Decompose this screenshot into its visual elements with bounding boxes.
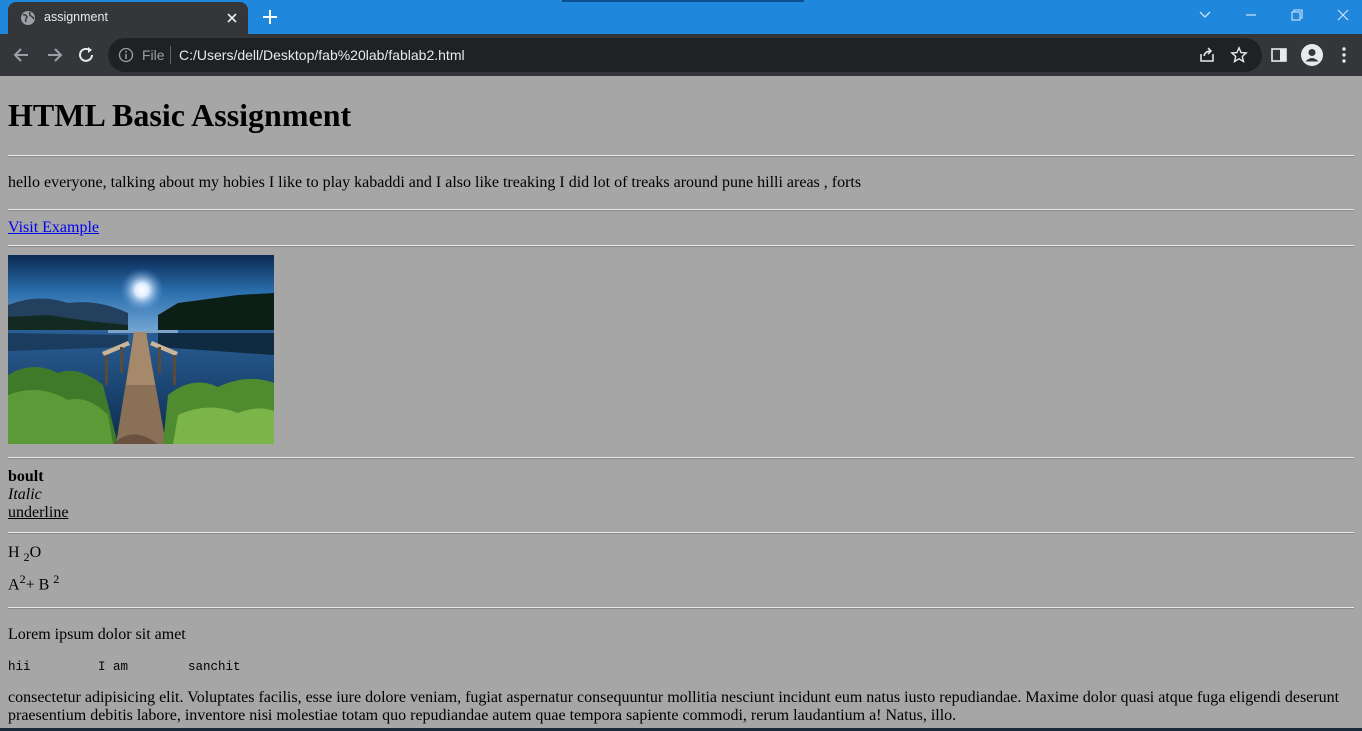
profile-icon[interactable] [1301, 44, 1323, 66]
power-expression: A2+ B 2 [8, 568, 1354, 596]
preformatted-text: hii I am sanchit [8, 659, 241, 674]
close-icon[interactable] [224, 10, 240, 26]
divider [8, 155, 1354, 157]
tab-title: assignment [44, 10, 108, 24]
divider [8, 532, 1354, 534]
link-container: Visit Example [8, 219, 1354, 237]
term-plus-b: + B [25, 576, 50, 594]
lorem-paragraph: Lorem ipsum dolor sit amet [8, 625, 186, 643]
share-icon[interactable] [1198, 46, 1216, 64]
menu-icon[interactable] [1336, 46, 1352, 64]
sub-sup-examples: H 2O A2+ B 2 [8, 542, 1354, 597]
italic-text: Italic [8, 486, 42, 503]
reload-icon[interactable] [76, 45, 96, 65]
tab-search-icon[interactable] [1198, 8, 1212, 22]
back-icon[interactable] [12, 45, 32, 65]
file-scheme-label: File [142, 47, 165, 63]
address-separator [170, 46, 171, 64]
star-icon[interactable] [1230, 46, 1248, 64]
formula-o: O [29, 544, 42, 561]
new-tab-icon[interactable] [261, 8, 279, 26]
formatting-examples: boult Italic underline [8, 468, 1354, 522]
url-text[interactable]: C:/Users/dell/Desktop/fab%20lab/fablab2.… [179, 47, 465, 63]
window-close-icon[interactable] [1336, 8, 1350, 22]
lake-pier-photo [8, 255, 274, 444]
side-panel-icon[interactable] [1270, 46, 1288, 64]
globe-icon [21, 11, 35, 25]
forward-icon[interactable] [44, 45, 64, 65]
water-formula: H 2O [8, 542, 1354, 568]
restore-icon[interactable] [1290, 8, 1304, 22]
superscript-b: 2 [53, 572, 60, 587]
address-bar[interactable]: File C:/Users/dell/Desktop/fab%20lab/fab… [108, 38, 1262, 72]
formula-h: H [8, 544, 20, 561]
page-heading: HTML Basic Assignment [8, 97, 352, 133]
page-content: HTML Basic Assignment hello everyone, ta… [0, 76, 1362, 731]
divider [8, 209, 1354, 211]
title-bar: assignment [0, 0, 1362, 34]
focus-strip [562, 0, 804, 2]
minimize-icon[interactable] [1244, 8, 1258, 22]
browser-tab[interactable]: assignment [8, 2, 248, 34]
visit-example-link[interactable]: Visit Example [8, 219, 99, 236]
underline-text: underline [8, 504, 69, 521]
divider [8, 606, 1354, 609]
info-icon[interactable] [118, 47, 134, 63]
divider [8, 245, 1354, 247]
long-paragraph: consectetur adipisicing elit. Voluptates… [8, 688, 1340, 724]
browser-toolbar: File C:/Users/dell/Desktop/fab%20lab/fab… [0, 34, 1362, 76]
hobbies-paragraph: hello everyone, talking about my hobies … [8, 174, 862, 191]
bold-text: boult [8, 468, 44, 485]
term-a: A [8, 576, 20, 594]
divider [8, 457, 1354, 459]
profile-avatar-glyph [1305, 49, 1319, 62]
